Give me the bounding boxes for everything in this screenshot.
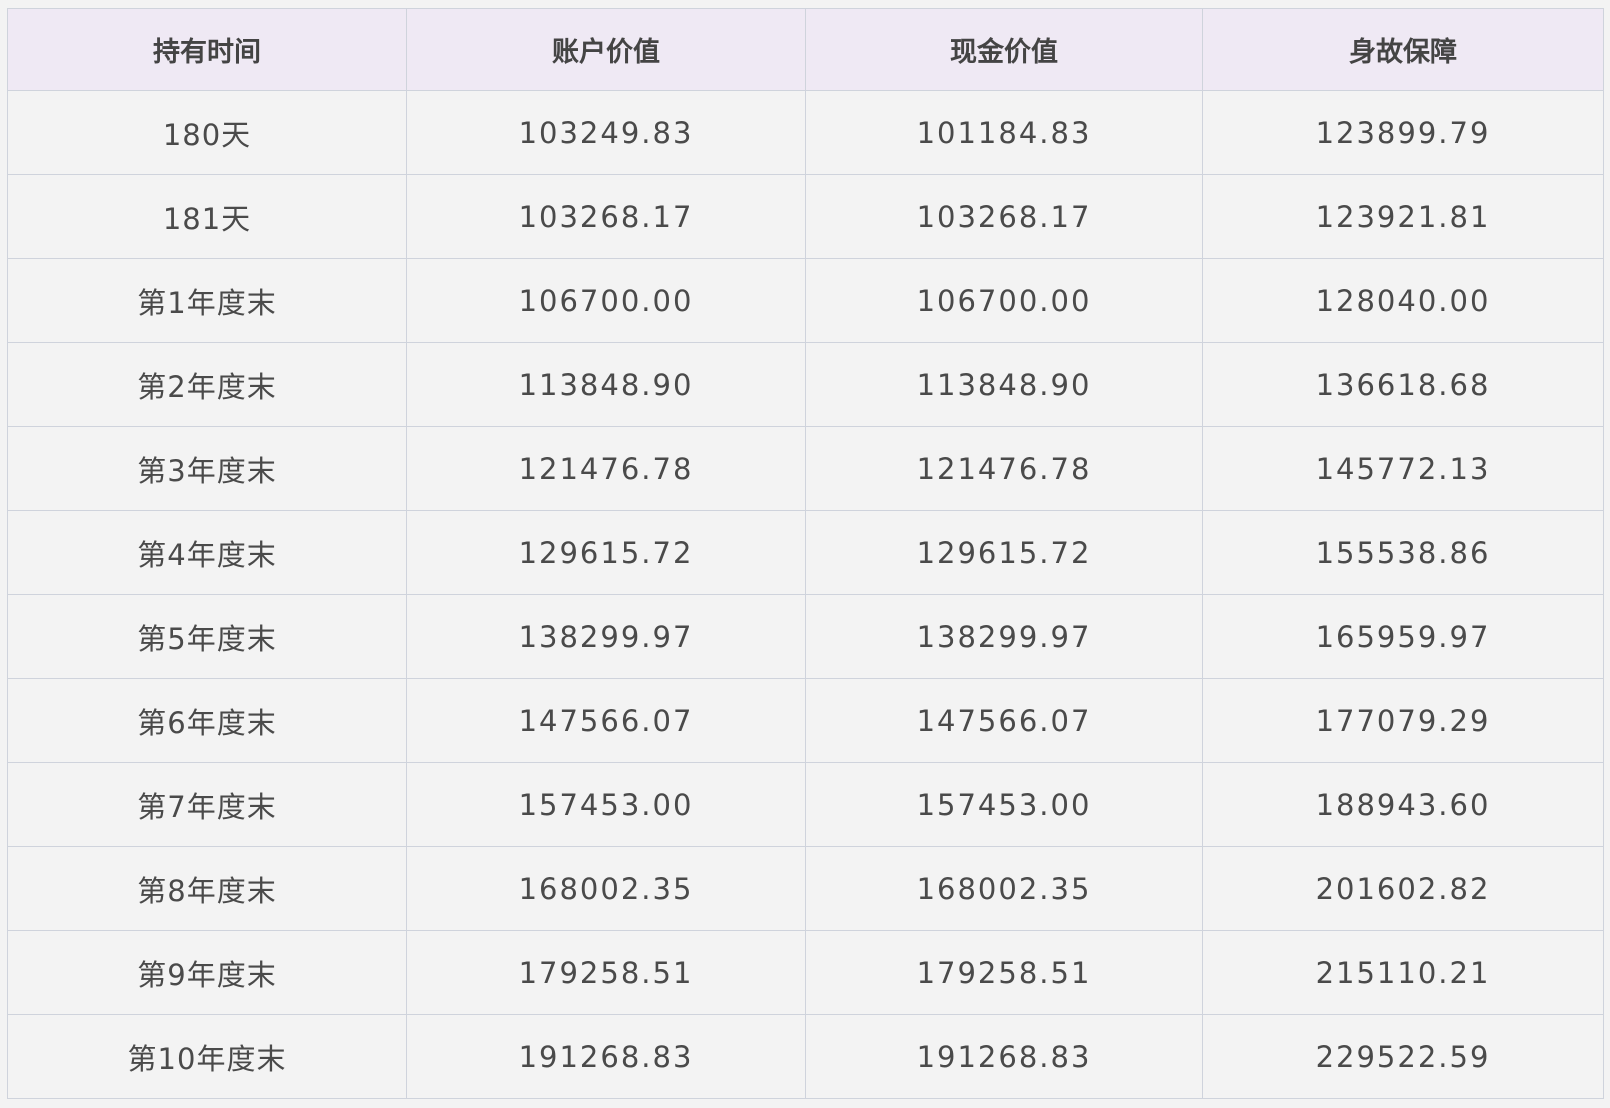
- cell-death-benefit: 215110.21: [1202, 930, 1604, 1015]
- cell-holding-time: 第3年度末: [7, 426, 407, 511]
- cell-cash-value: 129615.72: [805, 510, 1203, 595]
- cell-holding-time: 第1年度末: [7, 258, 407, 343]
- cell-account-value: 157453.00: [406, 762, 806, 847]
- cell-account-value: 138299.97: [406, 594, 806, 679]
- table-row: 第7年度末 157453.00 157453.00 188943.60: [7, 762, 1604, 847]
- table-row: 181天 103268.17 103268.17 123921.81: [7, 174, 1604, 259]
- cell-cash-value: 138299.97: [805, 594, 1203, 679]
- cell-death-benefit: 145772.13: [1202, 426, 1604, 511]
- cell-death-benefit: 229522.59: [1202, 1014, 1604, 1099]
- table-row: 180天 103249.83 101184.83 123899.79: [7, 90, 1604, 175]
- cell-account-value: 103249.83: [406, 90, 806, 175]
- header-cash-value: 现金价值: [805, 8, 1203, 91]
- cell-account-value: 129615.72: [406, 510, 806, 595]
- cell-holding-time: 第4年度末: [7, 510, 407, 595]
- cell-death-benefit: 128040.00: [1202, 258, 1604, 343]
- cell-holding-time: 第6年度末: [7, 678, 407, 763]
- cell-account-value: 103268.17: [406, 174, 806, 259]
- table-header-row: 持有时间 账户价值 现金价值 身故保障: [7, 8, 1604, 91]
- table-row: 第3年度末 121476.78 121476.78 145772.13: [7, 426, 1604, 511]
- table-row: 第1年度末 106700.00 106700.00 128040.00: [7, 258, 1604, 343]
- cell-death-benefit: 201602.82: [1202, 846, 1604, 931]
- cell-holding-time: 第2年度末: [7, 342, 407, 427]
- cell-cash-value: 168002.35: [805, 846, 1203, 931]
- cell-cash-value: 106700.00: [805, 258, 1203, 343]
- cell-cash-value: 113848.90: [805, 342, 1203, 427]
- cell-holding-time: 180天: [7, 90, 407, 175]
- cell-death-benefit: 123921.81: [1202, 174, 1604, 259]
- table-row: 第4年度末 129615.72 129615.72 155538.86: [7, 510, 1604, 595]
- header-holding-time: 持有时间: [7, 8, 407, 91]
- cell-death-benefit: 188943.60: [1202, 762, 1604, 847]
- header-account-value: 账户价值: [406, 8, 806, 91]
- table-row: 第9年度末 179258.51 179258.51 215110.21: [7, 930, 1604, 1015]
- cell-holding-time: 第10年度末: [7, 1014, 407, 1099]
- cell-holding-time: 181天: [7, 174, 407, 259]
- table-row: 第8年度末 168002.35 168002.35 201602.82: [7, 846, 1604, 931]
- cell-holding-time: 第5年度末: [7, 594, 407, 679]
- cell-death-benefit: 136618.68: [1202, 342, 1604, 427]
- cell-death-benefit: 155538.86: [1202, 510, 1604, 595]
- cell-cash-value: 191268.83: [805, 1014, 1203, 1099]
- cell-cash-value: 147566.07: [805, 678, 1203, 763]
- table-row: 第6年度末 147566.07 147566.07 177079.29: [7, 678, 1604, 763]
- cell-death-benefit: 123899.79: [1202, 90, 1604, 175]
- cell-death-benefit: 177079.29: [1202, 678, 1604, 763]
- value-table-container: 持有时间 账户价值 现金价值 身故保障 180天 103249.83 10118…: [7, 8, 1604, 1099]
- header-death-benefit: 身故保障: [1202, 8, 1604, 91]
- cell-account-value: 168002.35: [406, 846, 806, 931]
- cell-account-value: 191268.83: [406, 1014, 806, 1099]
- value-table: 持有时间 账户价值 现金价值 身故保障 180天 103249.83 10118…: [7, 8, 1604, 1099]
- cell-holding-time: 第8年度末: [7, 846, 407, 931]
- cell-cash-value: 103268.17: [805, 174, 1203, 259]
- table-row: 第5年度末 138299.97 138299.97 165959.97: [7, 594, 1604, 679]
- cell-account-value: 113848.90: [406, 342, 806, 427]
- cell-holding-time: 第7年度末: [7, 762, 407, 847]
- table-row: 第2年度末 113848.90 113848.90 136618.68: [7, 342, 1604, 427]
- cell-death-benefit: 165959.97: [1202, 594, 1604, 679]
- cell-cash-value: 157453.00: [805, 762, 1203, 847]
- cell-account-value: 179258.51: [406, 930, 806, 1015]
- cell-cash-value: 101184.83: [805, 90, 1203, 175]
- cell-account-value: 147566.07: [406, 678, 806, 763]
- table-row: 第10年度末 191268.83 191268.83 229522.59: [7, 1014, 1604, 1099]
- cell-holding-time: 第9年度末: [7, 930, 407, 1015]
- cell-cash-value: 179258.51: [805, 930, 1203, 1015]
- cell-account-value: 121476.78: [406, 426, 806, 511]
- cell-account-value: 106700.00: [406, 258, 806, 343]
- cell-cash-value: 121476.78: [805, 426, 1203, 511]
